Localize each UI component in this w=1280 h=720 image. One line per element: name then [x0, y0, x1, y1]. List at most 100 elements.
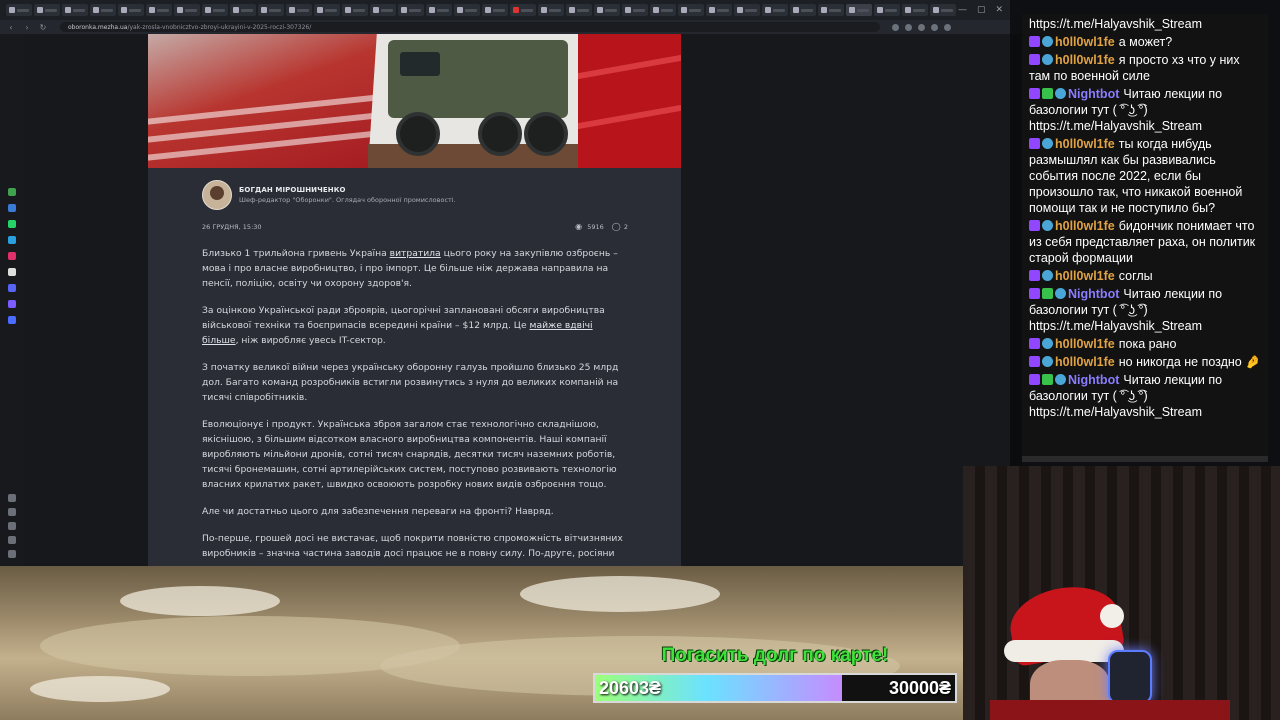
tab-favicon-icon	[793, 7, 799, 13]
tab-favicon-icon	[373, 7, 379, 13]
chat-username[interactable]: h0ll0wl1fe	[1055, 35, 1115, 49]
sidebar-app-icon[interactable]	[8, 300, 16, 308]
browser-tab[interactable]	[790, 4, 816, 16]
avatar[interactable]	[202, 180, 232, 210]
forward-icon[interactable]: ›	[22, 23, 32, 32]
browser-tab[interactable]	[342, 4, 368, 16]
tab-favicon-icon	[429, 7, 435, 13]
tab-favicon-icon	[457, 7, 463, 13]
x-icon[interactable]	[8, 268, 16, 276]
tab-favicon-icon	[317, 7, 323, 13]
comments-counter[interactable]: ◯ 2	[612, 222, 628, 231]
page-gutter	[1010, 34, 1022, 466]
browser-tab[interactable]	[174, 4, 200, 16]
browser-tab[interactable]	[846, 4, 872, 16]
browser-tab[interactable]	[706, 4, 732, 16]
donation-goal-title: Погасить долг по карте!	[661, 645, 889, 666]
tab-favicon-icon	[877, 7, 883, 13]
browser-tab[interactable]	[454, 4, 480, 16]
stream-chat: https://t.me/Halyavshik_Stream h0ll0wl1fe…	[1022, 14, 1268, 462]
chat-username[interactable]: h0ll0wl1fe	[1055, 269, 1115, 283]
browser-tab[interactable]	[482, 4, 508, 16]
chat-username[interactable]: h0ll0wl1fe	[1055, 53, 1115, 67]
tab-favicon-icon	[821, 7, 827, 13]
tab-title	[521, 8, 533, 12]
chat-username[interactable]: h0ll0wl1fe	[1055, 219, 1115, 233]
history-icon[interactable]	[8, 522, 16, 530]
telegram-icon[interactable]	[8, 236, 16, 244]
browser-tab[interactable]	[930, 4, 956, 16]
hero-red-panel	[578, 34, 681, 168]
minimize-icon[interactable]: —	[958, 5, 967, 15]
messenger-icon[interactable]	[8, 204, 16, 212]
browser-tab[interactable]	[146, 4, 172, 16]
browser-tab[interactable]	[678, 4, 704, 16]
heart-icon[interactable]	[8, 494, 16, 502]
tab-favicon-icon	[625, 7, 631, 13]
author-name[interactable]: БОГДАН МІРОШНИЧЕНКО	[239, 186, 456, 194]
instagram-icon[interactable]	[8, 252, 16, 260]
extension-icon[interactable]	[931, 23, 938, 31]
chat-username[interactable]: Nightbot	[1068, 373, 1119, 387]
chat-badge-icon	[1055, 288, 1066, 299]
chat-username[interactable]: h0ll0wl1fe	[1055, 337, 1115, 351]
close-icon[interactable]: ✕	[996, 5, 1004, 15]
back-icon[interactable]: ‹	[6, 23, 16, 32]
sidebar-app-icon[interactable]	[8, 316, 16, 324]
browser-tab[interactable]	[650, 4, 676, 16]
extension-icon[interactable]	[944, 23, 951, 31]
browser-tab[interactable]	[398, 4, 424, 16]
extension-icon[interactable]	[892, 23, 899, 31]
browser-tab[interactable]	[370, 4, 396, 16]
browser-tab[interactable]	[510, 4, 536, 16]
moderator-badge-icon	[1042, 88, 1053, 99]
browser-tab[interactable]	[566, 4, 592, 16]
tab-favicon-icon	[205, 7, 211, 13]
browser-tab[interactable]	[118, 4, 144, 16]
paragraph: По-перше, грошей досі не вистачає, щоб п…	[202, 533, 623, 559]
browser-tab[interactable]	[538, 4, 564, 16]
spent-link[interactable]: витратила	[390, 248, 441, 259]
url-field[interactable]: oboronka.mezha.ua /yak-zrosla-vnobnicztv…	[60, 22, 880, 32]
browser-tab[interactable]	[34, 4, 60, 16]
browser-tab[interactable]	[90, 4, 116, 16]
browser-tab[interactable]	[258, 4, 284, 16]
subscriber-badge-icon	[1029, 54, 1040, 65]
extension-icon[interactable]	[905, 23, 912, 31]
sidebar-app-icon[interactable]	[8, 188, 16, 196]
chat-username[interactable]: h0ll0wl1fe	[1055, 355, 1115, 369]
browser-tab[interactable]	[818, 4, 844, 16]
browser-tab[interactable]	[902, 4, 928, 16]
browser-tab[interactable]	[426, 4, 452, 16]
browser-tab[interactable]	[734, 4, 760, 16]
browser-tab[interactable]	[594, 4, 620, 16]
browser-tab[interactable]	[230, 4, 256, 16]
chat-username[interactable]: Nightbot	[1068, 287, 1119, 301]
tab-title	[241, 8, 253, 12]
author-block[interactable]: БОГДАН МІРОШНИЧЕНКО Шеф-редактор "Оборон…	[202, 180, 456, 210]
browser-tab[interactable]	[622, 4, 648, 16]
location-icon[interactable]	[8, 550, 16, 558]
donation-current: 20603₴	[599, 678, 662, 698]
article-card: БОГДАН МІРОШНИЧЕНКО Шеф-редактор "Оборон…	[148, 168, 681, 566]
maximize-icon[interactable]: ▢	[977, 5, 986, 15]
browser-tab[interactable]	[202, 4, 228, 16]
discord-icon[interactable]	[8, 284, 16, 292]
tab-title	[269, 8, 281, 12]
browser-tab[interactable]	[62, 4, 88, 16]
browser-tab[interactable]	[286, 4, 312, 16]
browser-tab[interactable]	[874, 4, 900, 16]
tab-title	[633, 8, 645, 12]
chat-username[interactable]: Nightbot	[1068, 87, 1119, 101]
browser-tab[interactable]	[6, 4, 32, 16]
browser-tab[interactable]	[314, 4, 340, 16]
whatsapp-icon[interactable]	[8, 220, 16, 228]
chat-username[interactable]: h0ll0wl1fe	[1055, 137, 1115, 151]
window-controls: — ▢ ✕	[958, 5, 1010, 15]
extension-icon[interactable]	[918, 23, 925, 31]
settings-icon[interactable]	[8, 536, 16, 544]
article-meta: 26 ГРУДНЯ, 15:30 ◉ 5916 ◯ 2	[202, 222, 628, 231]
browser-tab[interactable]	[762, 4, 788, 16]
chat-icon[interactable]	[8, 508, 16, 516]
reload-icon[interactable]: ↻	[38, 23, 48, 32]
